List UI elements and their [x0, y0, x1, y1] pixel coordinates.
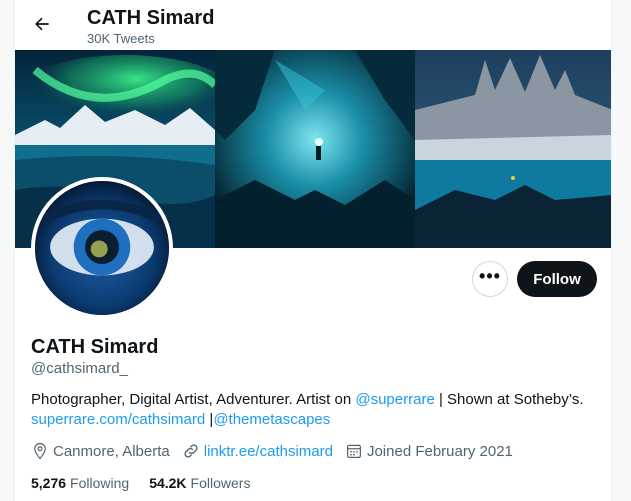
- followers-count: 54.2K: [149, 475, 187, 491]
- location-item: Canmore, Alberta: [31, 442, 170, 460]
- location-pin-icon: [34, 442, 46, 460]
- profile-avatar[interactable]: [31, 177, 173, 319]
- follow-stats: 5,276 Following 54.2K Followers: [31, 475, 270, 491]
- joined-item: Joined February 2021: [345, 442, 513, 460]
- followers-label: Followers: [190, 475, 251, 491]
- more-options-button[interactable]: •••: [472, 261, 508, 297]
- link-icon: [184, 444, 198, 458]
- website-link[interactable]: linktr.ee/cathsimard: [204, 443, 333, 460]
- location-text: Canmore, Alberta: [53, 442, 170, 460]
- following-stat[interactable]: 5,276 Following: [31, 475, 129, 491]
- followers-stat[interactable]: 54.2K Followers: [149, 475, 250, 491]
- header-name: CATH Simard: [87, 7, 215, 29]
- arrow-left-icon: [35, 17, 49, 31]
- bio-text: Photographer, Digital Artist, Adventurer…: [31, 391, 356, 408]
- mention-superrare[interactable]: @superrare: [355, 391, 434, 408]
- back-button[interactable]: [25, 7, 59, 41]
- top-bar: CATH Simard 30K Tweets: [15, 0, 611, 50]
- website-item: linktr.ee/cathsimard: [182, 442, 333, 460]
- profile-bio: Photographer, Digital Artist, Adventurer…: [31, 390, 606, 430]
- following-count: 5,276: [31, 475, 67, 491]
- profile-meta: Canmore, Alberta linktr.ee/cathsimard Jo…: [31, 442, 525, 460]
- mention-metascapes[interactable]: @themetascapes: [213, 411, 330, 428]
- joined-text: Joined February 2021: [366, 442, 513, 460]
- profile-page: CATH Simard 30K Tweets ••• Follow CATH S…: [14, 0, 612, 501]
- follow-button[interactable]: Follow: [517, 261, 597, 297]
- tweet-count: 30K Tweets: [87, 31, 155, 46]
- banner-panel-ice-cave: [215, 50, 415, 248]
- banner-panel-mountains: [415, 50, 611, 248]
- calendar-icon: [346, 444, 361, 458]
- following-label: Following: [70, 475, 130, 491]
- profile-handle: @cathsimard_: [31, 360, 128, 377]
- profile-name: CATH Simard: [31, 336, 159, 358]
- link-superrare[interactable]: superrare.com/cathsimard: [31, 411, 205, 428]
- bio-text-2: | Shown at Sotheby’s.: [434, 391, 584, 408]
- more-dots-icon: •••: [479, 266, 501, 286]
